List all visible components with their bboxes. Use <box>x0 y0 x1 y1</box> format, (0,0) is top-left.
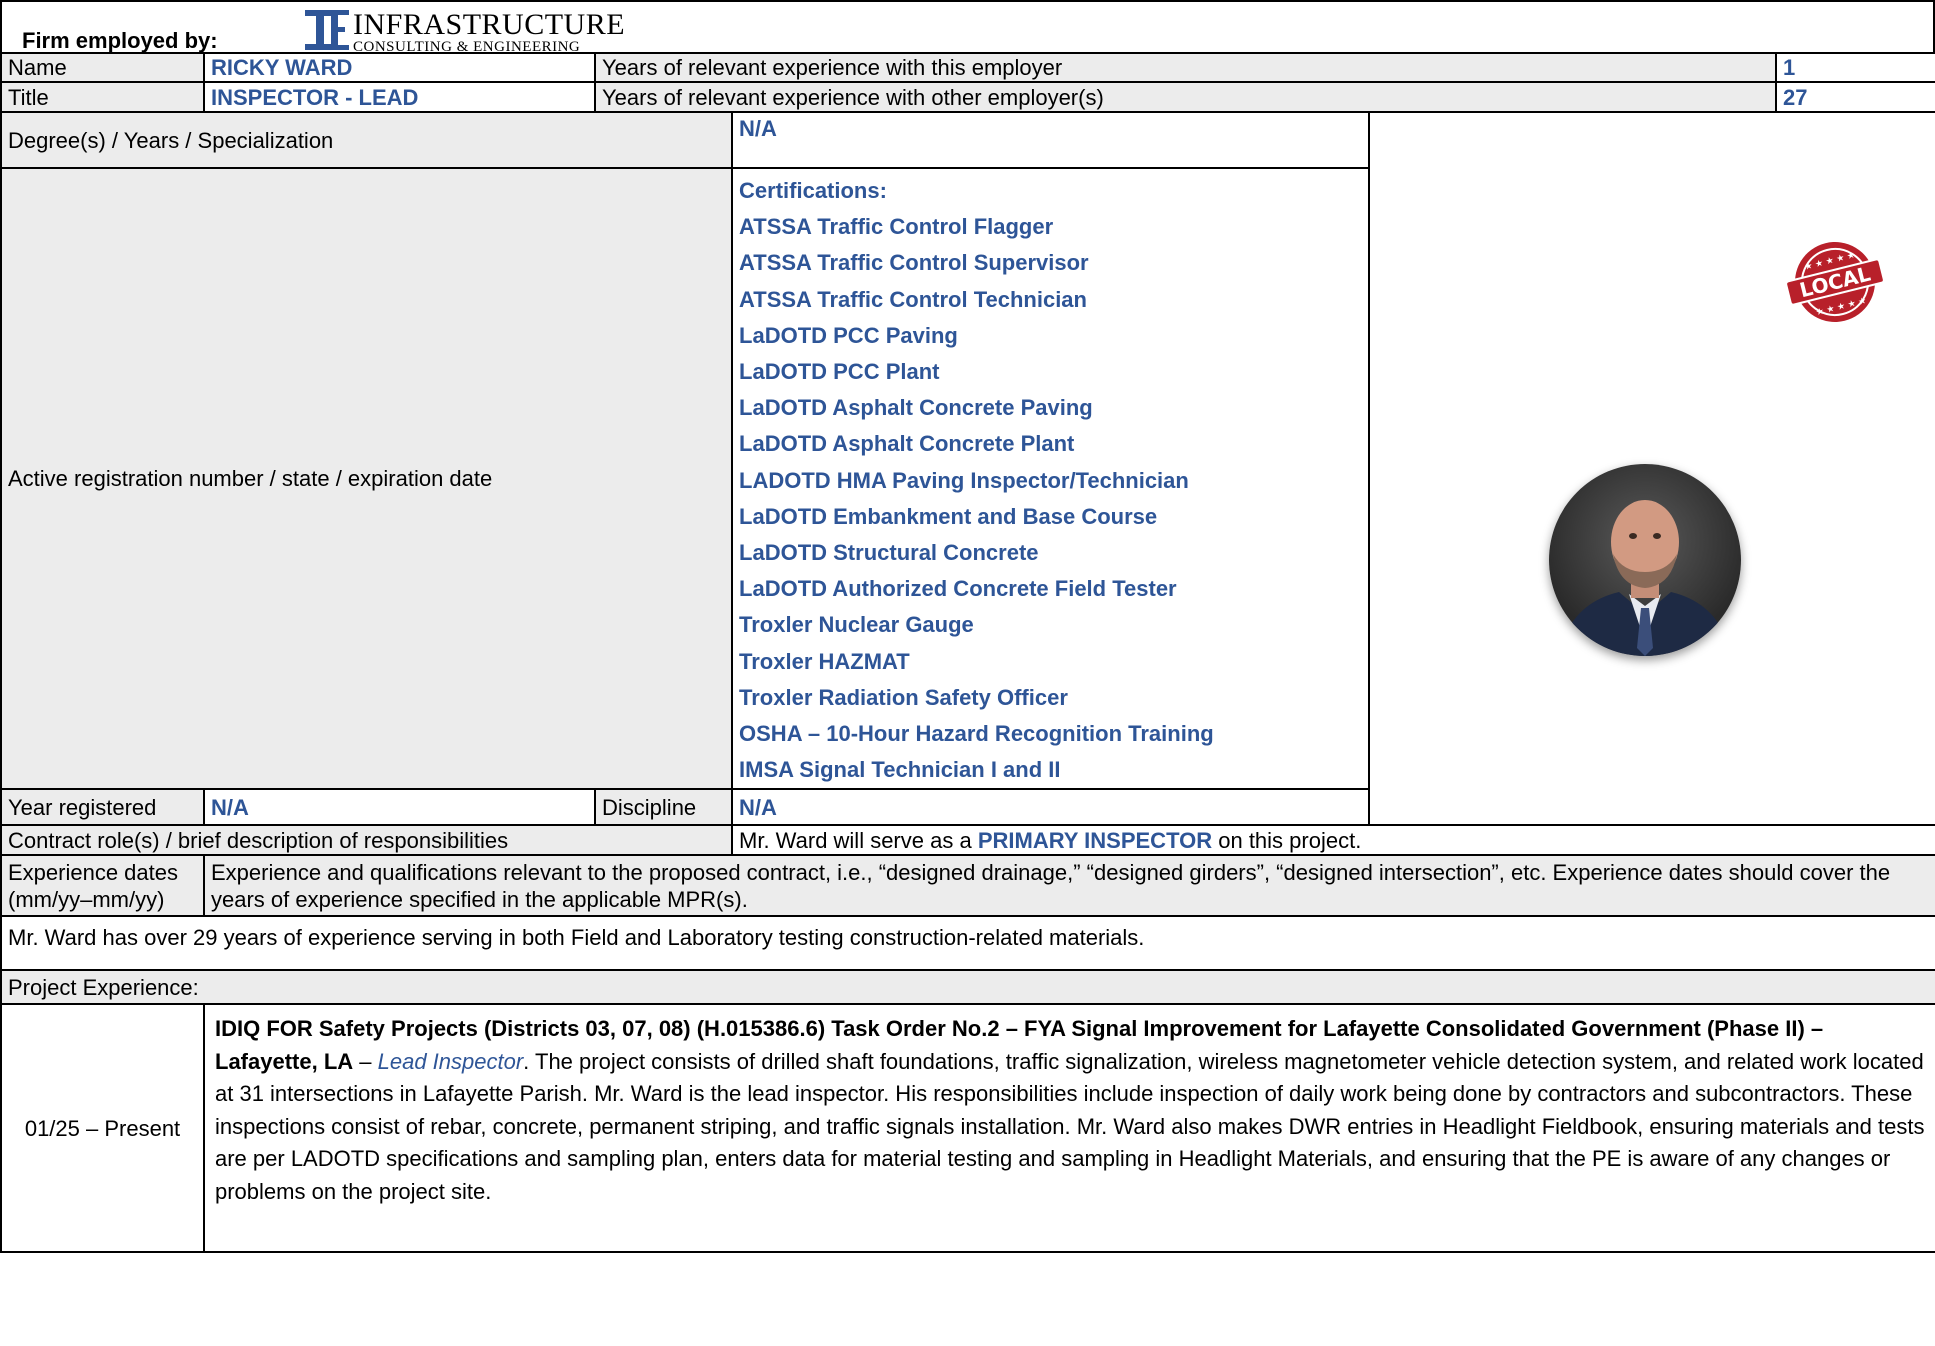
degree-label: Degree(s) / Years / Specialization <box>0 111 734 169</box>
contract-role-row: Contract role(s) / brief description of … <box>0 824 1935 857</box>
title-label: Title <box>0 81 205 113</box>
year-registered-label: Year registered <box>0 788 205 827</box>
cert-item: LADOTD HMA Paving Inspector/Technician <box>739 467 1189 493</box>
cert-item: LaDOTD Asphalt Concrete Plant <box>739 431 1075 457</box>
contract-role-post: on this project. <box>1212 827 1362 853</box>
summary-row: Mr. Ward has over 29 years of experience… <box>0 915 1935 972</box>
exp-other-label: Years of relevant experience with other … <box>594 81 1778 113</box>
name-value: RICKY WARD <box>202 52 597 83</box>
cert-item: Troxler HAZMAT <box>739 648 910 674</box>
firm-label: Firm employed by: <box>22 28 218 53</box>
project-role: Lead Inspector <box>377 1048 524 1074</box>
cert-item: LaDOTD PCC Plant <box>739 359 940 385</box>
logo-name: INFRASTRUCTURE <box>353 8 626 41</box>
experience-dates-description: Experience and qualifications relevant t… <box>202 854 1935 918</box>
logo-mark-icon <box>305 10 349 50</box>
exp-employer-label: Years of relevant experience with this e… <box>594 52 1778 83</box>
person-photo-icon <box>1559 500 1731 656</box>
avatar <box>1549 464 1741 656</box>
degree-value: N/A <box>731 111 1371 169</box>
certs-heading: Certifications: <box>739 178 887 203</box>
project-experience-label: Project Experience: <box>0 969 1935 1006</box>
degree-row: Degree(s) / Years / Specialization N/A <box>0 110 1935 827</box>
experience-dates-row: Experience dates (mm/yy–mm/yy) Experience… <box>0 854 1935 918</box>
title-row: Title INSPECTOR - LEAD Years of relevant… <box>0 81 1935 113</box>
name-row: Name RICKY WARD Years of relevant experi… <box>0 52 1935 83</box>
company-logo: INFRASTRUCTURE CONSULTING & ENGINEERING <box>305 8 635 55</box>
exp-other-value: 27 <box>1775 81 1935 113</box>
cert-item: Troxler Nuclear Gauge <box>739 612 974 638</box>
cert-item: LaDOTD Authorized Concrete Field Tester <box>739 576 1177 602</box>
discipline-label: Discipline <box>594 788 734 827</box>
contract-role-pre: Mr. Ward will serve as a <box>739 827 978 853</box>
cert-item: LaDOTD PCC Paving <box>739 322 958 348</box>
contract-role-label: Contract role(s) / brief description of … <box>0 824 734 857</box>
summary-text: Mr. Ward has over 29 years of experience… <box>0 915 1935 972</box>
cert-item: LaDOTD Asphalt Concrete Paving <box>739 395 1093 421</box>
cert-item: Troxler Radiation Safety Officer <box>739 684 1068 710</box>
contract-role-value: Mr. Ward will serve as a PRIMARY INSPECT… <box>731 824 1935 857</box>
certifications-list: Certifications: ATSSA Traffic Control Fl… <box>731 166 1371 791</box>
project-description: IDIQ FOR Safety Projects (Districts 03, … <box>202 1003 1935 1254</box>
experience-dates-label-line1: Experience dates <box>8 859 178 885</box>
local-badge-icon: LOCAL ★ ★ ★ ★ ★ ★ ★ ★ ★ ★ <box>1785 242 1885 322</box>
cert-item: ATSSA Traffic Control Technician <box>739 286 1087 312</box>
name-label: Name <box>0 52 205 83</box>
project-title-separator: – <box>353 1048 378 1074</box>
firm-row: Firm employed by: INFRASTRUCTURE CONSULT… <box>0 0 1935 55</box>
cert-item: ATSSA Traffic Control Flagger <box>739 214 1054 240</box>
project-experience-row: Project Experience: <box>0 969 1935 1006</box>
exp-employer-value: 1 <box>1775 52 1935 83</box>
discipline-value: N/A <box>731 788 1371 827</box>
project-dates: 01/25 – Present <box>0 1003 205 1254</box>
title-value: INSPECTOR - LEAD <box>202 81 597 113</box>
cert-item: LaDOTD Embankment and Base Course <box>739 503 1158 529</box>
project-row: 01/25 – Present IDIQ FOR Safety Projects… <box>0 1003 1935 1254</box>
resume-form: Firm employed by: INFRASTRUCTURE CONSULT… <box>0 0 1935 1346</box>
cert-item: OSHA – 10-Hour Hazard Recognition Traini… <box>739 721 1214 747</box>
registration-label: Active registration number / state / exp… <box>0 166 734 791</box>
experience-dates-label-line2: (mm/yy–mm/yy) <box>8 886 165 912</box>
year-registered-value: N/A <box>202 788 597 827</box>
experience-dates-label: Experience dates (mm/yy–mm/yy) <box>0 854 205 918</box>
cert-item: ATSSA Traffic Control Supervisor <box>739 250 1089 276</box>
cert-item: IMSA Signal Technician I and II <box>739 757 1061 783</box>
cert-item: LaDOTD Structural Concrete <box>739 540 1039 566</box>
contract-role-role: PRIMARY INSPECTOR <box>977 827 1213 853</box>
